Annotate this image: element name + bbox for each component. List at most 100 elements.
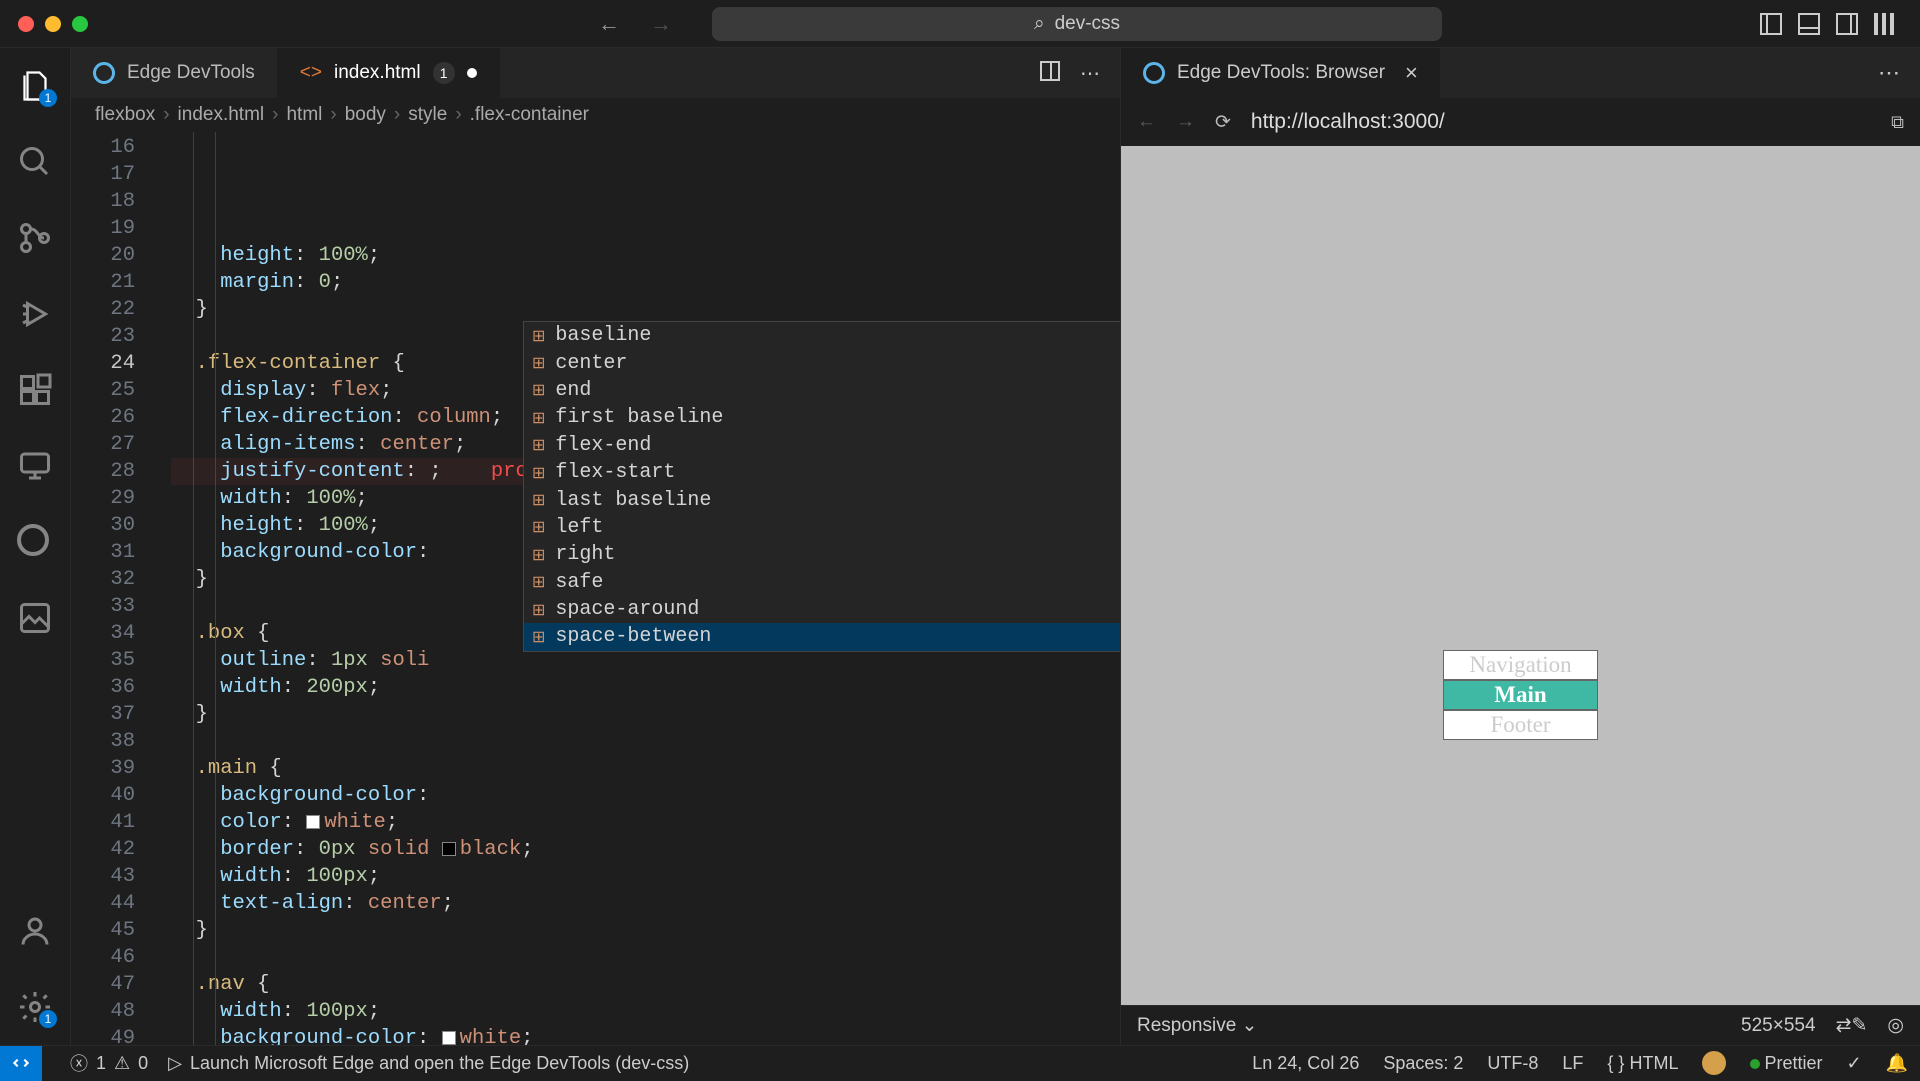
- code-line[interactable]: }: [171, 917, 1120, 944]
- debug-launch-hint[interactable]: ▷ Launch Microsoft Edge and open the Edg…: [168, 1053, 689, 1074]
- autocomplete-item[interactable]: ⊞end: [524, 377, 1120, 404]
- rotate-icon[interactable]: ⇄: [1836, 1014, 1852, 1037]
- code-line[interactable]: }: [171, 296, 1120, 323]
- language-mode[interactable]: { } HTML: [1607, 1053, 1678, 1074]
- remote-indicator[interactable]: [0, 1046, 42, 1081]
- autocomplete-item[interactable]: ⊞space-around: [524, 596, 1120, 623]
- line-number: 37: [71, 701, 135, 728]
- viewport-height[interactable]: 554: [1784, 1015, 1816, 1037]
- close-window-button[interactable]: [18, 16, 34, 32]
- open-external-icon[interactable]: ⧉: [1891, 112, 1904, 133]
- inspect-element-icon[interactable]: ◎: [1887, 1014, 1904, 1037]
- code-line[interactable]: height: 100%;: [171, 242, 1120, 269]
- code-line[interactable]: text-align: center;: [171, 890, 1120, 917]
- tab-index-html[interactable]: <> index.html 1: [278, 48, 500, 98]
- breadcrumb-item[interactable]: style: [408, 104, 447, 126]
- browser-reload-icon[interactable]: ⟳: [1215, 111, 1231, 134]
- value-icon: ⊞: [532, 545, 545, 565]
- tab-browser-preview[interactable]: Edge DevTools: Browser ×: [1121, 48, 1440, 98]
- more-actions-icon[interactable]: ⋯: [1080, 61, 1100, 86]
- breadcrumb-item[interactable]: index.html: [178, 104, 265, 126]
- notifications-icon[interactable]: 🔔: [1886, 1053, 1908, 1074]
- autocomplete-item[interactable]: ⊞right: [524, 541, 1120, 568]
- breadcrumb-item[interactable]: body: [345, 104, 386, 126]
- accounts-icon[interactable]: [17, 913, 53, 949]
- code-line[interactable]: .nav {: [171, 971, 1120, 998]
- breadcrumb-item[interactable]: .flex-container: [470, 104, 589, 126]
- autocomplete-item[interactable]: ⊞safe: [524, 569, 1120, 596]
- encoding[interactable]: UTF-8: [1487, 1053, 1538, 1074]
- address-bar[interactable]: http://localhost:3000/: [1251, 110, 1871, 134]
- line-number: 22: [71, 296, 135, 323]
- toggle-secondary-sidebar-icon[interactable]: [1836, 13, 1858, 35]
- explorer-icon[interactable]: 1: [17, 68, 53, 104]
- breadcrumbs[interactable]: flexbox›index.html›html›body›style›.flex…: [71, 98, 1120, 132]
- breadcrumb-item[interactable]: flexbox: [95, 104, 155, 126]
- value-icon: ⊞: [532, 517, 545, 537]
- autocomplete-label: first baseline: [555, 406, 723, 429]
- code-line[interactable]: background-color:: [171, 782, 1120, 809]
- search-activity-icon[interactable]: [17, 144, 53, 180]
- autocomplete-item[interactable]: ⊞flex-start: [524, 459, 1120, 486]
- extensions-icon[interactable]: [17, 372, 53, 408]
- eyedropper-icon[interactable]: ✎: [1851, 1014, 1867, 1037]
- command-center-search[interactable]: ⌕ dev-css: [712, 7, 1442, 41]
- browser-viewport[interactable]: Navigation Main Footer: [1121, 146, 1920, 1005]
- color-swatch-icon[interactable]: [306, 815, 320, 829]
- forward-arrow-icon[interactable]: →: [650, 11, 672, 37]
- code-line[interactable]: width: 100px;: [171, 863, 1120, 890]
- autocomplete-item[interactable]: ⊞center: [524, 349, 1120, 376]
- code-line[interactable]: width: 100px;: [171, 998, 1120, 1025]
- viewport-width[interactable]: 525: [1741, 1015, 1773, 1037]
- code-line[interactable]: [171, 944, 1120, 971]
- eol-sequence[interactable]: LF: [1562, 1053, 1583, 1074]
- code-token: text-align: [171, 892, 343, 915]
- autocomplete-item[interactable]: ⊞baseline: [524, 322, 1120, 349]
- maximize-window-button[interactable]: [72, 16, 88, 32]
- tab-edge-devtools[interactable]: Edge DevTools: [71, 48, 278, 98]
- code-line[interactable]: color: white;: [171, 809, 1120, 836]
- cursor-position[interactable]: Ln 24, Col 26: [1252, 1053, 1359, 1074]
- browser-forward-icon[interactable]: →: [1176, 111, 1195, 133]
- code-line[interactable]: }: [171, 701, 1120, 728]
- code-line[interactable]: [171, 728, 1120, 755]
- gallery-icon[interactable]: [17, 600, 53, 636]
- minimize-window-button[interactable]: [45, 16, 61, 32]
- split-editor-icon[interactable]: [1040, 61, 1060, 81]
- toggle-primary-sidebar-icon[interactable]: [1760, 13, 1782, 35]
- customize-layout-icon[interactable]: [1874, 13, 1896, 35]
- more-actions-icon[interactable]: ⋯: [1878, 60, 1920, 86]
- run-debug-icon[interactable]: [17, 296, 53, 332]
- autocomplete-item[interactable]: ⊞first baseline: [524, 404, 1120, 431]
- problems-summary[interactable]: ⓧ1 ⚠0: [70, 1050, 148, 1076]
- remote-explorer-icon[interactable]: [17, 448, 53, 484]
- feedback-icon[interactable]: ✓: [1846, 1053, 1861, 1074]
- close-tab-icon[interactable]: ×: [1405, 60, 1418, 86]
- autocomplete-item[interactable]: ⊞last baseline: [524, 486, 1120, 513]
- live-share-avatar[interactable]: [1702, 1051, 1726, 1075]
- code-token: ;: [356, 487, 368, 510]
- code-line[interactable]: border: 0px solid black;: [171, 836, 1120, 863]
- color-swatch-icon[interactable]: [442, 1031, 456, 1045]
- breadcrumb-item[interactable]: html: [286, 104, 322, 126]
- indentation[interactable]: Spaces: 2: [1383, 1053, 1463, 1074]
- browser-back-icon[interactable]: ←: [1137, 111, 1156, 133]
- code-line[interactable]: width: 200px;: [171, 674, 1120, 701]
- color-swatch-icon[interactable]: [442, 842, 456, 856]
- settings-gear-icon[interactable]: 1: [17, 989, 53, 1025]
- edge-tools-icon[interactable]: [17, 524, 53, 560]
- toggle-panel-icon[interactable]: [1798, 13, 1820, 35]
- code-token: ;: [521, 838, 533, 861]
- code-line[interactable]: margin: 0;: [171, 269, 1120, 296]
- autocomplete-item[interactable]: ⊞left: [524, 514, 1120, 541]
- code-line[interactable]: .main {: [171, 755, 1120, 782]
- autocomplete-item[interactable]: ⊞flex-end: [524, 432, 1120, 459]
- autocomplete-popup[interactable]: ⊞baseline⊞center⊞end⊞first baseline⊞flex…: [523, 321, 1120, 652]
- responsive-mode-dropdown[interactable]: Responsive ⌄: [1137, 1014, 1257, 1037]
- source-control-icon[interactable]: [17, 220, 53, 256]
- autocomplete-item[interactable]: ⊞space-between: [524, 623, 1120, 650]
- code-editor[interactable]: 1617181920212223242526272829303132333435…: [71, 132, 1120, 1045]
- prettier-status[interactable]: Prettier: [1750, 1053, 1822, 1074]
- back-arrow-icon[interactable]: ←: [598, 11, 620, 37]
- code-line[interactable]: background-color: white;: [171, 1025, 1120, 1045]
